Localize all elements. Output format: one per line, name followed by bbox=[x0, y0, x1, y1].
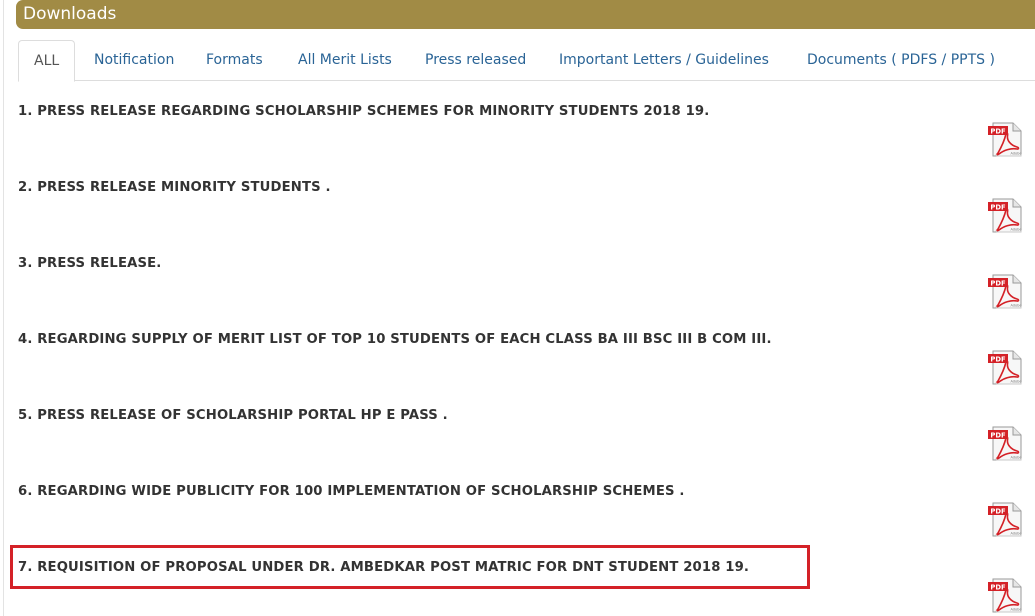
pdf-icon[interactable]: PDF Adobe bbox=[986, 348, 1024, 386]
pdf-icon[interactable]: PDF Adobe bbox=[986, 500, 1024, 538]
item-title[interactable]: 3. PRESS RELEASE. bbox=[18, 256, 161, 271]
pdf-icon[interactable]: PDF Adobe bbox=[986, 120, 1024, 158]
tab-documents[interactable]: Documents ( PDFS / PPTS ) bbox=[807, 40, 995, 81]
list-item: 3. PRESS RELEASE. PDF Adobe bbox=[0, 244, 1035, 320]
svg-text:PDF: PDF bbox=[990, 355, 1006, 363]
item-title[interactable]: 4. REGARDING SUPPLY OF MERIT LIST OF TOP… bbox=[18, 332, 772, 347]
tab-important-letters[interactable]: Important Letters / Guidelines bbox=[559, 40, 769, 81]
pdf-icon[interactable]: PDF Adobe bbox=[986, 272, 1024, 310]
highlight-box bbox=[10, 545, 810, 589]
tab-press-released[interactable]: Press released bbox=[425, 40, 526, 81]
tab-all-merit-lists[interactable]: All Merit Lists bbox=[298, 40, 392, 81]
pdf-icon[interactable]: PDF Adobe bbox=[986, 196, 1024, 234]
svg-text:PDF: PDF bbox=[990, 583, 1006, 591]
downloads-title: Downloads bbox=[23, 4, 117, 24]
svg-text:Adobe: Adobe bbox=[1010, 228, 1021, 232]
list-item: 4. REGARDING SUPPLY OF MERIT LIST OF TOP… bbox=[0, 320, 1035, 396]
svg-text:Adobe: Adobe bbox=[1010, 608, 1021, 612]
svg-text:PDF: PDF bbox=[990, 203, 1006, 211]
pdf-icon[interactable]: PDF Adobe bbox=[986, 576, 1024, 614]
item-title[interactable]: 2. PRESS RELEASE MINORITY STUDENTS . bbox=[18, 180, 331, 195]
tab-formats[interactable]: Formats bbox=[206, 40, 263, 81]
item-title[interactable]: 6. REGARDING WIDE PUBLICITY FOR 100 IMPL… bbox=[18, 484, 685, 499]
list-item: 2. PRESS RELEASE MINORITY STUDENTS . PDF… bbox=[0, 168, 1035, 244]
svg-text:Adobe: Adobe bbox=[1010, 152, 1021, 156]
tab-bar: ALL Notification Formats All Merit Lists… bbox=[18, 40, 1035, 82]
tab-notification[interactable]: Notification bbox=[94, 40, 174, 81]
list-item: 1. PRESS RELEASE REGARDING SCHOLARSHIP S… bbox=[0, 92, 1035, 168]
svg-text:Adobe: Adobe bbox=[1010, 532, 1021, 536]
svg-text:PDF: PDF bbox=[990, 279, 1006, 287]
list-item: 6. REGARDING WIDE PUBLICITY FOR 100 IMPL… bbox=[0, 472, 1035, 548]
list-item: 5. PRESS RELEASE OF SCHOLARSHIP PORTAL H… bbox=[0, 396, 1035, 472]
svg-text:Adobe: Adobe bbox=[1010, 304, 1021, 308]
downloads-header: Downloads bbox=[16, 0, 1035, 29]
svg-text:Adobe: Adobe bbox=[1010, 456, 1021, 460]
svg-text:PDF: PDF bbox=[990, 431, 1006, 439]
item-title[interactable]: 1. PRESS RELEASE REGARDING SCHOLARSHIP S… bbox=[18, 104, 709, 119]
svg-text:PDF: PDF bbox=[990, 127, 1006, 135]
tab-all[interactable]: ALL bbox=[18, 40, 76, 82]
pdf-icon[interactable]: PDF Adobe bbox=[986, 424, 1024, 462]
item-title[interactable]: 5. PRESS RELEASE OF SCHOLARSHIP PORTAL H… bbox=[18, 408, 448, 423]
svg-text:PDF: PDF bbox=[990, 507, 1006, 515]
svg-text:Adobe: Adobe bbox=[1010, 380, 1021, 384]
